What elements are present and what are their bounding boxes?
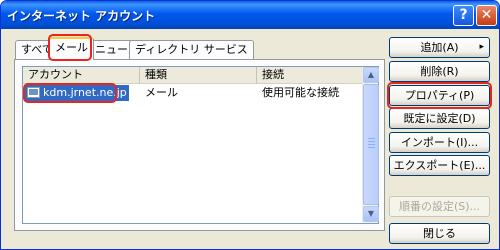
scroll-up-icon[interactable]: ▲: [363, 67, 379, 83]
tab-panel: アカウント 種類 接続 kdm.jrnet.ne.jp メール 使用可能な接続 …: [14, 59, 385, 231]
close-window-button[interactable]: ✕: [476, 5, 497, 26]
column-header-connection[interactable]: 接続: [257, 67, 363, 84]
title-bar[interactable]: インターネット アカウント ? ✕: [1, 1, 499, 29]
close-button[interactable]: 閉じる: [389, 223, 490, 244]
set-default-button[interactable]: 既定に設定(D): [389, 108, 490, 129]
window-title: インターネット アカウント: [7, 9, 156, 23]
scroll-down-icon[interactable]: ▼: [363, 206, 379, 222]
column-header-account[interactable]: アカウント: [23, 67, 140, 84]
list-header: アカウント 種類 接続: [23, 67, 363, 84]
internet-accounts-dialog: インターネット アカウント ? ✕ すべて メール ニュース ディレクトリ サー…: [0, 0, 500, 250]
grip-line: [368, 144, 375, 145]
grip-line: [368, 147, 375, 148]
dialog-body: すべて メール ニュース ディレクトリ サービス アカウント 種類 接続 kdm…: [4, 29, 496, 248]
account-list[interactable]: アカウント 種類 接続 kdm.jrnet.ne.jp メール 使用可能な接続 …: [22, 66, 379, 224]
connection-cell: 使用可能な接続: [262, 86, 339, 99]
properties-highlight: [387, 82, 492, 109]
remove-button[interactable]: 削除(R): [389, 61, 490, 82]
submenu-arrow-icon: ▸: [479, 42, 484, 52]
vertical-scrollbar[interactable]: ▲ ▼: [362, 67, 379, 223]
tab-directory-service[interactable]: ディレクトリ サービス: [129, 40, 254, 59]
account-highlight: [23, 83, 117, 103]
grip-line: [368, 141, 375, 142]
scroll-thumb[interactable]: [363, 84, 379, 205]
column-header-type[interactable]: 種類: [140, 67, 257, 84]
mail-tab-highlight: [48, 34, 92, 61]
help-button[interactable]: ?: [453, 5, 474, 26]
type-cell: メール: [145, 86, 178, 99]
export-button[interactable]: エクスポート(E)...: [389, 155, 490, 176]
add-button-label: 追加(A): [420, 41, 459, 54]
import-button[interactable]: インポート(I)...: [389, 132, 490, 153]
set-order-button: 順番の設定(S)...: [389, 196, 490, 217]
grip-line: [368, 138, 375, 139]
add-button[interactable]: 追加(A) ▸: [389, 37, 490, 58]
